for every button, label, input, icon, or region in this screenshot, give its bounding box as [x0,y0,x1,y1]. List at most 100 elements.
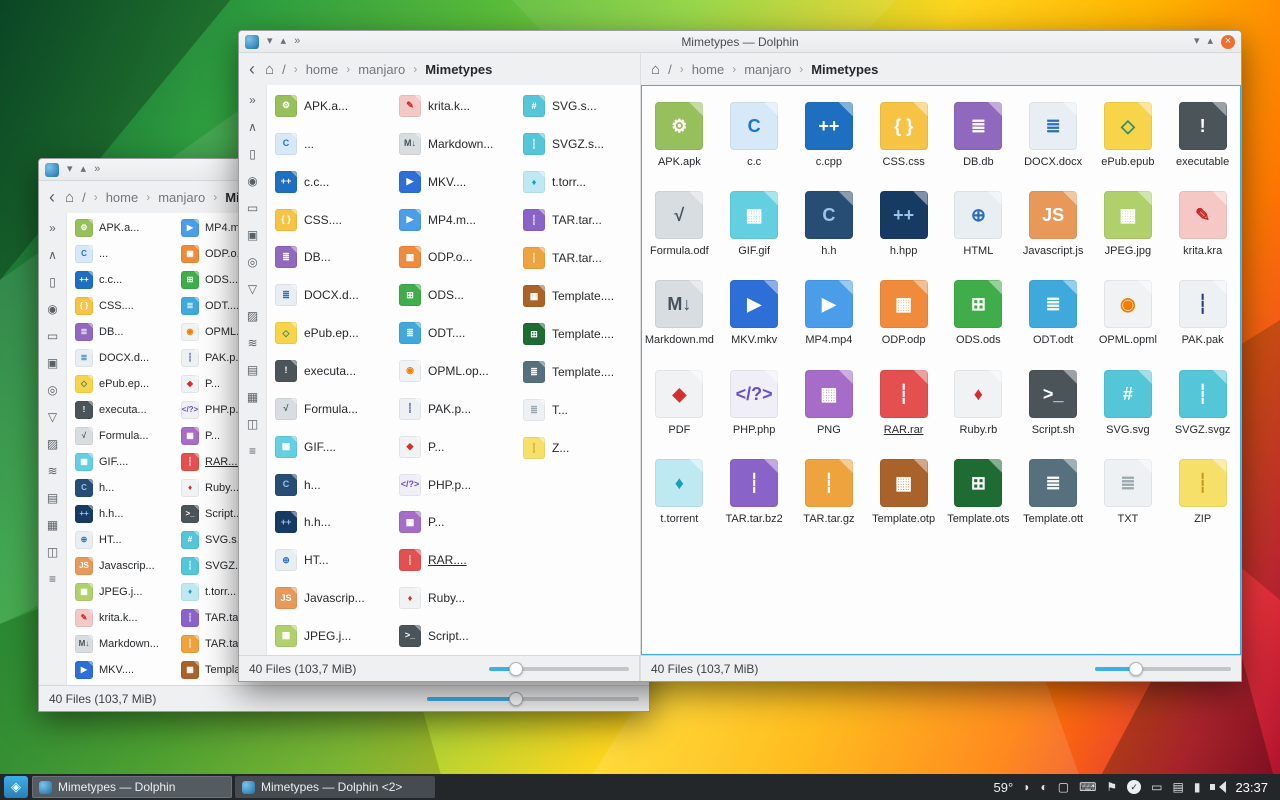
file-item[interactable]: ▦ODP.odp [866,270,941,359]
titlebar-up-icon[interactable]: ▴ [281,36,287,47]
chevrons-right-icon[interactable]: » [244,91,262,109]
file-item[interactable]: ≣Template.ott [1016,449,1091,538]
file-item[interactable]: ▦JPEG.j... [71,579,177,605]
keyboard-icon[interactable]: ⌨ [1079,781,1096,793]
details-view-icon[interactable]: ▤ [44,489,62,507]
file-item[interactable]: ⚙APK.apk [642,92,717,181]
file-item[interactable]: ▦GIF.gif [717,181,792,270]
file-item[interactable]: #SVG.svg [1091,360,1166,449]
file-item[interactable]: ┆RAR.... [395,541,519,579]
file-item[interactable]: ◇ePub.ep... [71,371,177,397]
display-icon[interactable]: ▭ [1151,781,1162,793]
file-item[interactable]: M↓Markdown.md [642,270,717,359]
file-item[interactable]: !executa... [271,352,395,390]
file-item[interactable]: ▦GIF.... [271,428,395,466]
file-item[interactable]: { }CSS.... [71,293,177,319]
file-item[interactable]: ♦Ruby.rb [941,360,1016,449]
titlebar-more-icon[interactable]: » [94,164,100,175]
filter-icon[interactable]: ▽ [44,408,62,426]
file-item[interactable]: ◉OPML.op... [395,352,519,390]
titlebar-more-icon[interactable]: » [294,36,300,47]
menu-icon[interactable]: ≡ [44,570,62,588]
zoom-slider[interactable] [1095,662,1231,676]
file-item[interactable]: ≣ODT.odt [1016,270,1091,359]
zoom-slider[interactable] [489,662,629,676]
file-item[interactable]: ≣DB... [71,319,177,345]
file-item[interactable]: ▦ODP.o... [395,238,519,276]
file-item[interactable]: ▶MKV.... [395,163,519,201]
file-item[interactable]: ◇ePub.epub [1091,92,1166,181]
preview-icon[interactable]: ▨ [44,435,62,453]
file-item[interactable]: ◆P... [395,428,519,466]
file-item[interactable]: ++h.hpp [866,181,941,270]
file-item[interactable]: ++c.c... [271,163,395,201]
tray-expander-icon[interactable]: ▢ [1058,781,1069,793]
sort-icon[interactable]: ≋ [244,334,262,352]
file-item[interactable]: ┆TAR.tar.bz2 [717,449,792,538]
file-item[interactable]: ▦GIF.... [71,449,177,475]
filter-icon[interactable]: ▽ [244,280,262,298]
breadcrumb-segment[interactable]: / [282,62,286,77]
folder-icon[interactable]: ▣ [44,354,62,372]
menu-icon[interactable]: ≡ [244,442,262,460]
file-item[interactable]: ✎krita.kra [1165,181,1240,270]
titlebar-up-icon[interactable]: ▴ [81,164,87,175]
maximize-icon[interactable]: ▴ [1207,36,1213,47]
taskbar-task[interactable]: Mimetypes — Dolphin [32,776,232,798]
home-icon[interactable]: ⌂ [265,61,274,78]
home-icon[interactable]: ⌂ [651,61,660,78]
file-item[interactable]: Cc.c [717,92,792,181]
file-item[interactable]: { }CSS.css [866,92,941,181]
file-item[interactable]: ┆PAK.pak [1165,270,1240,359]
minimize-icon[interactable]: ▾ [1194,36,1200,47]
split-view-icon[interactable]: ◫ [244,415,262,433]
file-item[interactable]: ⊞Template.... [519,315,640,353]
clock[interactable]: 23:37 [1235,780,1268,795]
night-color-icon[interactable]: ◐ [1040,781,1047,793]
breadcrumb-segment[interactable]: Mimetypes [425,62,492,77]
file-item[interactable]: ┆PAK.p... [395,390,519,428]
titlebar-pin-icon[interactable]: ▾ [67,164,73,175]
breadcrumb-segment[interactable]: / [82,190,86,205]
file-item[interactable]: √Formula... [71,423,177,449]
file-item[interactable]: !executable [1165,92,1240,181]
file-item[interactable]: ⊞ODS... [395,276,519,314]
breadcrumb-segment[interactable]: Mimetypes [811,62,878,77]
chevron-up-icon[interactable]: ∧ [244,118,262,136]
folder-icon[interactable]: ▣ [244,226,262,244]
file-item[interactable]: ▦Template.... [519,277,640,315]
breadcrumb-segment[interactable]: home [306,62,339,77]
file-item[interactable]: ≣ODT.... [395,314,519,352]
file-item[interactable]: ♦Ruby... [395,579,519,617]
volume-icon[interactable] [1210,781,1225,793]
breadcrumb-segment[interactable]: home [692,62,725,77]
breadcrumb-segment[interactable]: manjaro [358,62,405,77]
titlebar-pin-icon[interactable]: ▾ [267,36,273,47]
file-item[interactable]: ≣TXT [1091,449,1166,538]
file-item[interactable]: ≣DB... [271,238,395,276]
file-item[interactable]: ≣DOCX.docx [1016,92,1091,181]
file-item[interactable]: M↓Markdown... [71,631,177,657]
breadcrumb-segment[interactable]: home [106,190,139,205]
sort-icon[interactable]: ≋ [44,462,62,480]
breadcrumb-segment[interactable]: / [668,62,672,77]
file-item[interactable]: </?>PHP.p... [395,466,519,504]
file-item[interactable]: √Formula... [271,390,395,428]
file-item[interactable]: ┆TAR.tar... [519,201,640,239]
preview-icon[interactable]: ▨ [244,307,262,325]
file-item[interactable]: ◉OPML.opml [1091,270,1166,359]
updates-icon[interactable]: ✓ [1127,780,1141,794]
file-item[interactable]: Ch... [271,466,395,504]
file-item[interactable]: ▦P... [395,503,519,541]
chevron-up-icon[interactable]: ∧ [44,246,62,264]
file-item[interactable]: JSJavascrip... [271,579,395,617]
file-item[interactable]: Ch... [71,475,177,501]
file-item[interactable]: >_Script... [395,617,519,655]
titlebar[interactable]: ▾ ▴ » Mimetypes — Dolphin ▾ ▴ × [239,31,1241,53]
file-item[interactable]: ┆Z... [519,429,640,467]
file-item[interactable]: Ch.h [792,181,867,270]
bookmark-icon[interactable]: ▯ [44,273,62,291]
file-item[interactable]: ≣DB.db [941,92,1016,181]
file-item[interactable]: JSJavascript.js [1016,181,1091,270]
file-item[interactable]: { }CSS.... [271,201,395,239]
